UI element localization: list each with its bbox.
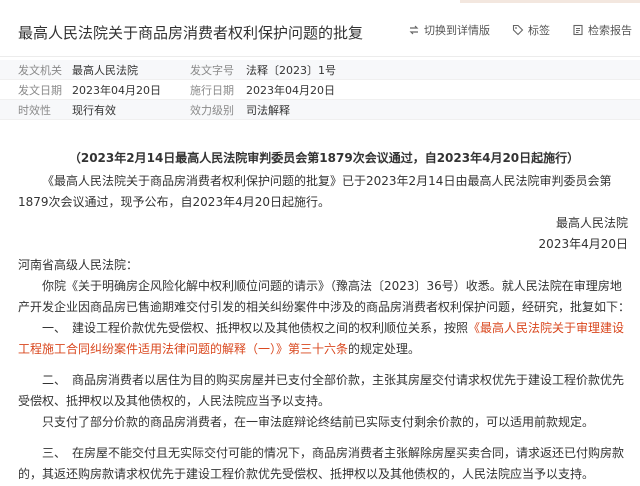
accent-strip	[460, 0, 640, 3]
item-one-text: 一、 建设工程价款优先受偿权、抵押权以及其他债权之间的权利顺位关系，按照	[42, 321, 469, 335]
addressee: 河南省高级人民法院：	[18, 258, 139, 272]
switch-icon	[408, 24, 420, 36]
sign-date: 2023年4月20日	[538, 237, 628, 251]
meta-label-doc-number: 发文字号	[190, 63, 234, 77]
tag-label: 标签	[528, 24, 550, 37]
meta-label-issue-date: 发文日期	[18, 83, 62, 97]
toolbar: 切换到详情版 标签 检索报告	[408, 22, 632, 38]
meta-label-effective-date: 施行日期	[190, 83, 234, 97]
document-subtitle: （2023年2月14日最高人民法院审判委员会第1879次会议通过，自2023年4…	[68, 151, 580, 165]
item-one: 一、 建设工程价款优先受偿权、抵押权以及其他债权之间的权利顺位关系，按照《最高人…	[18, 318, 630, 360]
document-body: （2023年2月14日最高人民法院审判委员会第1879次会议通过，自2023年4…	[18, 148, 630, 485]
meta-value-level: 司法解释	[246, 103, 290, 117]
meta-value-issuer: 最高人民法院	[72, 63, 138, 77]
meta-row: 发文日期 2023年04月20日 施行日期 2023年04月20日	[0, 80, 640, 100]
meta-row: 发文机关 最高人民法院 发文字号 法释〔2023〕1号	[0, 60, 640, 80]
meta-value-effective-date: 2023年04月20日	[246, 83, 335, 97]
meta-value-validity: 现行有效	[72, 103, 116, 117]
request-paragraph: 你院《关于明确房企风险化解中权利顺位问题的请示》（豫高法〔2023〕36号）收悉…	[18, 279, 631, 314]
signer: 最高人民法院	[555, 216, 628, 230]
search-report-label: 检索报告	[588, 24, 632, 37]
item-two-b: 只支付了部分价款的商品房消费者，在一审法庭辩论终结前已实际支付剩余价款的，可以适…	[42, 415, 595, 429]
meta-label-issuer: 发文机关	[18, 63, 62, 77]
page-title: 最高人民法院关于商品房消费者权利保护问题的批复	[18, 24, 364, 42]
tag-button[interactable]: 标签	[512, 22, 550, 38]
document-intro: 《最高人民法院关于商品房消费者权利保护问题的批复》已于2023年2月14日由最高…	[18, 174, 612, 209]
search-report-button[interactable]: 检索报告	[572, 22, 632, 38]
switch-detail-button[interactable]: 切换到详情版	[408, 22, 490, 38]
meta-value-doc-number: 法释〔2023〕1号	[246, 63, 336, 77]
top-bar: 最高人民法院关于商品房消费者权利保护问题的批复 切换到详情版 标签 检索报告	[0, 0, 640, 57]
tag-icon	[512, 24, 524, 36]
meta-label-validity: 时效性	[18, 103, 51, 117]
meta-label-level: 效力级别	[190, 103, 234, 117]
meta-table: 发文机关 最高人民法院 发文字号 法释〔2023〕1号 发文日期 2023年04…	[0, 60, 640, 120]
item-three: 三、 在房屋不能交付且无实际交付可能的情况下，商品房消费者主张解除房屋买卖合同，…	[18, 446, 625, 481]
report-icon	[572, 24, 584, 36]
item-two: 二、 商品房消费者以居住为目的购买房屋并已支付全部价款，主张其房屋交付请求权优先…	[18, 373, 625, 408]
meta-row: 时效性 现行有效 效力级别 司法解释	[0, 100, 640, 120]
switch-detail-label: 切换到详情版	[424, 24, 490, 37]
meta-value-issue-date: 2023年04月20日	[72, 83, 161, 97]
item-one-tail: 的规定处理。	[348, 342, 421, 356]
